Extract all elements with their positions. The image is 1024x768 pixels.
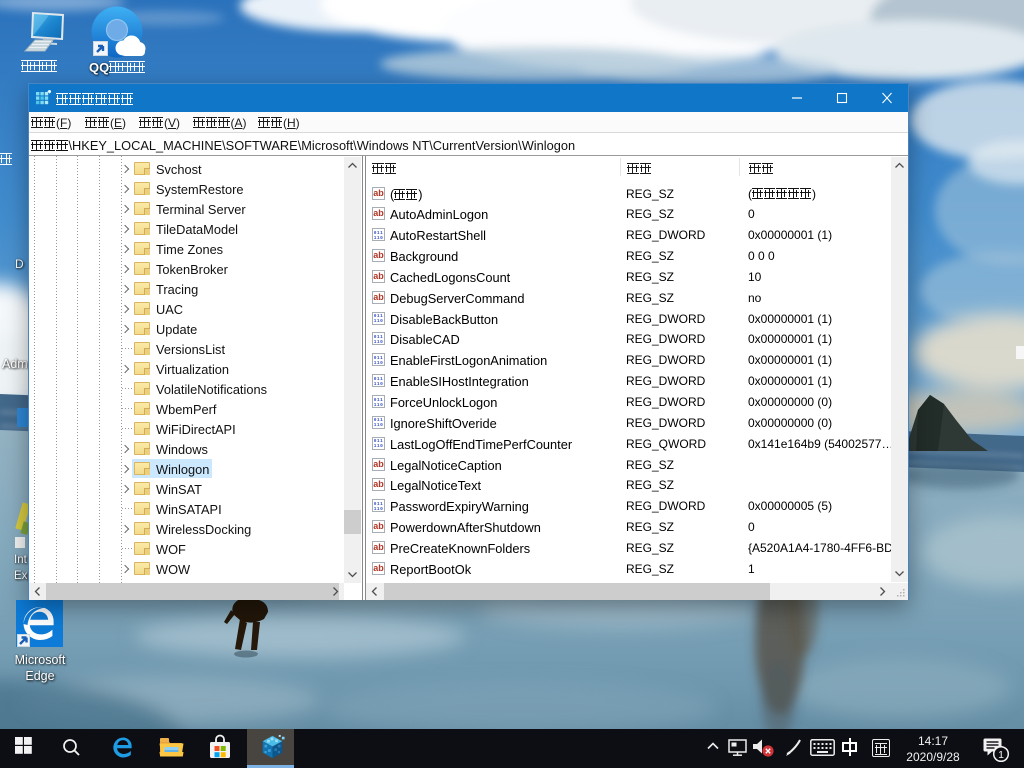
svg-text:1: 1 [998, 749, 1004, 761]
